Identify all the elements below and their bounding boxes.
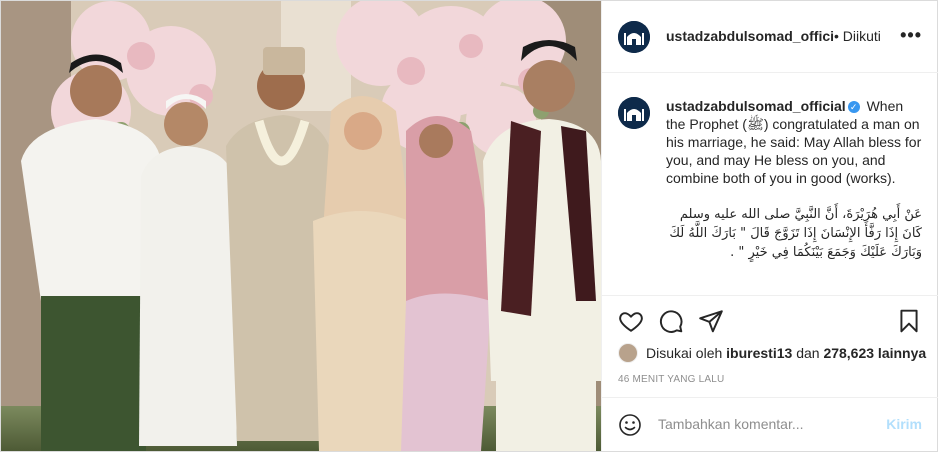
comment-input[interactable] — [658, 414, 878, 434]
post-timestamp[interactable]: 46 MENIT YANG LALU — [618, 374, 724, 385]
liker-username[interactable]: iburesti13 — [726, 345, 792, 361]
profile-avatar[interactable] — [618, 21, 650, 53]
post-photo[interactable] — [1, 1, 601, 451]
caption-avatar[interactable] — [618, 97, 650, 129]
verified-badge-icon: ✓ — [847, 101, 860, 113]
more-horizontal-icon[interactable]: ••• — [900, 25, 922, 46]
comment-icon[interactable] — [658, 308, 686, 336]
comment-bar: Kirim — [602, 397, 938, 451]
wedding-photo — [1, 1, 601, 451]
header-username[interactable]: ustadzabdulsomad_official — [666, 28, 834, 44]
caption-arabic: عَنْ أَبِي هُرَيْرَةَ، أَنَّ النَّبِيَّ … — [669, 207, 922, 260]
caption-username[interactable]: ustadzabdulsomad_official — [666, 98, 846, 114]
send-icon[interactable] — [698, 308, 726, 336]
heart-icon[interactable] — [618, 308, 646, 336]
likes-prefix: Disukai oleh — [646, 345, 723, 361]
likes-joiner: dan — [796, 345, 820, 361]
post-actions — [602, 295, 938, 347]
liker-avatar[interactable] — [618, 343, 638, 363]
likes-count[interactable]: 278,623 lainnya — [823, 345, 926, 361]
smiley-icon[interactable] — [618, 413, 642, 437]
separator-dot: • — [834, 28, 839, 44]
post-side-panel: ustadzabdulsomad_official • Diikuti ••• … — [601, 1, 938, 451]
follow-status[interactable]: • Diikuti — [834, 28, 881, 44]
post-header: ustadzabdulsomad_official • Diikuti ••• — [602, 1, 938, 73]
caption-text: ustadzabdulsomad_official ✓ When the Prop… — [666, 97, 922, 262]
instagram-post: ustadzabdulsomad_official • Diikuti ••• … — [0, 0, 938, 452]
mosque-logo-icon — [618, 97, 650, 129]
bookmark-icon[interactable] — [896, 308, 924, 336]
follow-status-label[interactable]: Diikuti — [843, 28, 881, 44]
mosque-logo-icon — [618, 21, 650, 53]
post-caption: ustadzabdulsomad_official ✓ When the Prop… — [602, 73, 938, 295]
likes-text[interactable]: Disukai oleh iburesti13 dan 278,623 lain… — [646, 345, 926, 361]
likes-summary[interactable]: Disukai oleh iburesti13 dan 278,623 lain… — [618, 341, 928, 365]
post-comment-button[interactable]: Kirim — [886, 416, 922, 432]
